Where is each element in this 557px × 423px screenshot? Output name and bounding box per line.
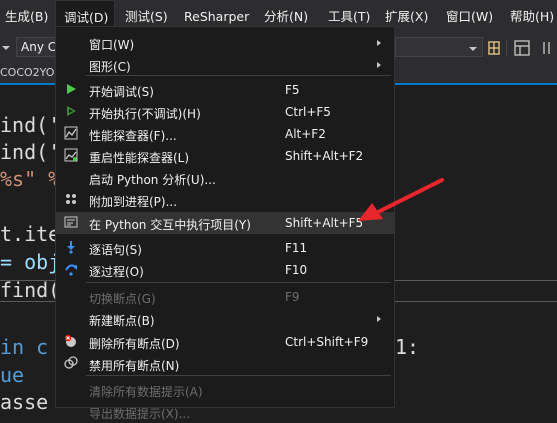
annotation-arrow-overlay — [358, 178, 444, 221]
red-annotation-arrow — [376, 178, 444, 214]
